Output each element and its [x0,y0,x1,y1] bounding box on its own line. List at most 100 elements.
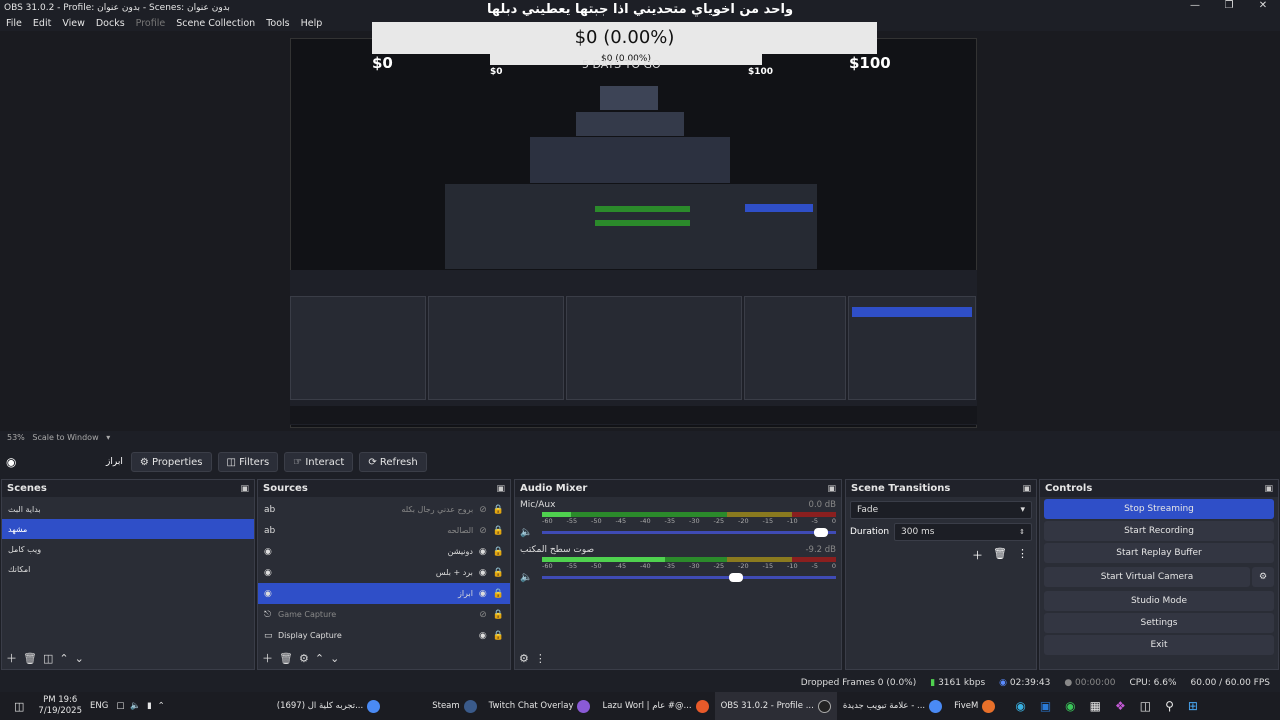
hidden-eye-icon[interactable]: ⊘ [479,526,487,536]
studio-mode-button[interactable]: Studio Mode [1044,591,1274,611]
start-replay-buffer-button[interactable]: Start Replay Buffer [1044,543,1274,563]
minimize-button[interactable]: — [1178,0,1212,14]
menu-tools[interactable]: Tools [266,18,289,29]
menu-view[interactable]: View [62,18,85,29]
menu-help[interactable]: Help [301,18,323,29]
duration-input[interactable]: 300 ms ⇕ [894,523,1032,541]
trash-icon[interactable]: 🗑 [279,652,293,665]
source-item[interactable]: ab الصالحه ⊘ 🔒 [258,520,510,541]
eye-icon[interactable]: ◉ [479,631,487,641]
undock-icon[interactable]: ▣ [827,484,836,494]
mixer-settings-icon[interactable]: ⚙ [519,652,529,665]
undock-icon[interactable]: ▣ [1022,484,1031,494]
refresh-button[interactable]: ⟳ Refresh [359,452,427,472]
hidden-eye-icon[interactable]: ⊘ [479,610,487,620]
move-down-icon[interactable]: ⌄ [75,652,84,665]
chevron-down-icon[interactable]: ▾ [101,433,110,442]
taskbar-app-newtab[interactable]: علامة تبويب جديدة - ... [837,692,948,720]
taskbar-app-browser[interactable]: (1697) تجربه كلية ال... [271,692,386,720]
properties-button[interactable]: ⚙ Properties [130,452,212,472]
undock-icon[interactable]: ▣ [496,484,505,494]
scene-item[interactable]: ويب كامل [2,539,254,559]
source-item-selected[interactable]: ◉ ابراز ◉ 🔒 [258,583,510,604]
lock-icon[interactable]: 🔒 [493,610,504,620]
tray-icons[interactable]: □🔈▮⌃ [116,701,170,711]
undock-icon[interactable]: ▣ [1264,484,1273,494]
interact-button[interactable]: ☞ Interact [284,452,354,472]
trash-icon[interactable]: 🗑 [23,652,37,665]
scene-item[interactable]: بداية البث [2,499,254,519]
scene-item[interactable]: امكانك [2,559,254,579]
source-item[interactable]: ◉ برد + بلس ◉ 🔒 [258,562,510,583]
close-button[interactable]: ✕ [1246,0,1280,14]
task-view-icon[interactable]: ◫ [1140,699,1151,713]
controls-title: Controls [1045,483,1093,494]
more-options-icon[interactable]: ⋮ [1017,547,1028,563]
copilot-icon[interactable]: ❖ [1115,699,1126,713]
filter-icon[interactable]: ◫ [43,652,53,665]
speaker-icon[interactable]: 🔈 [520,527,542,538]
volume-slider[interactable] [542,573,836,582]
lock-icon[interactable]: 🔒 [493,589,504,599]
stop-streaming-button[interactable]: Stop Streaming [1044,499,1274,519]
more-options-icon[interactable]: ⋮ [535,652,546,665]
gear-icon[interactable]: ⚙ [299,652,309,665]
start-icon[interactable]: ⊞ [1188,699,1198,713]
outlook-icon[interactable]: ▣ [1040,699,1051,713]
source-item[interactable]: ◉ دونيشن ◉ 🔒 [258,541,510,562]
search-icon[interactable]: ⚲ [1165,699,1174,713]
exit-button[interactable]: Exit [1044,635,1274,655]
virtual-camera-settings-gear-icon[interactable]: ⚙ [1252,567,1274,587]
app-icon [695,699,709,713]
hidden-eye-icon[interactable]: ⊘ [479,505,487,515]
transition-select[interactable]: Fade ▾ [850,501,1032,519]
source-item[interactable]: ▭ Display Capture ◉ 🔒 [258,625,510,646]
speaker-icon[interactable]: 🔈 [520,572,542,583]
scene-item-selected[interactable]: مشهد [2,519,254,539]
source-item[interactable]: ab بروح عدني رجال بكله ⊘ 🔒 [258,499,510,520]
volume-slider[interactable] [542,528,836,537]
lock-icon[interactable]: 🔒 [493,568,504,578]
language-indicator[interactable]: ENG [90,701,108,711]
store-icon[interactable]: ▦ [1090,699,1101,713]
taskbar-app-obs[interactable]: OBS 31.0.2 - Profile ... [714,692,837,720]
undock-icon[interactable]: ▣ [240,484,249,494]
whatsapp-icon[interactable]: ◉ [1065,699,1075,713]
move-down-icon[interactable]: ⌄ [330,652,339,665]
lock-icon[interactable]: 🔒 [493,547,504,557]
eye-icon[interactable]: ◉ [479,547,487,557]
menu-scene-collection[interactable]: Scene Collection [176,18,255,29]
add-icon[interactable]: ＋ [262,650,273,666]
settings-button[interactable]: Settings [1044,613,1274,633]
source-name: برد + بلس [435,568,473,577]
menu-file[interactable]: File [6,18,22,29]
taskbar-app-steam[interactable]: Steam [426,692,482,720]
maximize-button[interactable]: ❐ [1212,0,1246,14]
start-virtual-camera-button[interactable]: Start Virtual Camera [1044,567,1250,587]
move-up-icon[interactable]: ⌃ [59,652,68,665]
add-icon[interactable]: ＋ [6,650,17,666]
menu-docks[interactable]: Docks [96,18,125,29]
menu-edit[interactable]: Edit [33,18,51,29]
taskbar-app-twitch[interactable]: Twitch Chat Overlay [483,692,597,720]
notification-icon[interactable]: ◫ [14,700,24,713]
lock-icon[interactable]: 🔒 [493,505,504,515]
lock-icon[interactable]: 🔒 [493,526,504,536]
add-icon[interactable]: ＋ [972,547,983,563]
lock-icon[interactable]: 🔒 [493,631,504,641]
edge-icon[interactable]: ◉ [1015,699,1025,713]
zoom-mode[interactable]: Scale to Window [32,433,98,442]
taskbar-app-fivem[interactable]: FiveM [948,692,1001,720]
menu-profile[interactable]: Profile [136,18,166,29]
eye-icon[interactable]: ◉ [479,568,487,578]
filters-button[interactable]: ◫ Filters [217,452,279,472]
stepper-icon[interactable]: ⇕ [1019,528,1025,536]
start-recording-button[interactable]: Start Recording [1044,521,1274,541]
eye-icon[interactable]: ◉ [479,589,487,599]
trash-icon[interactable]: 🗑 [993,547,1007,563]
clock-time[interactable]: PM 19:6 [38,695,82,706]
source-item[interactable]: ⎋ Game Capture ⊘ 🔒 [258,604,510,625]
move-up-icon[interactable]: ⌃ [315,652,324,665]
clock-date[interactable]: 7/19/2025 [38,706,82,717]
taskbar-app-discord[interactable]: Lazu Worl | عام #@... [596,692,714,720]
